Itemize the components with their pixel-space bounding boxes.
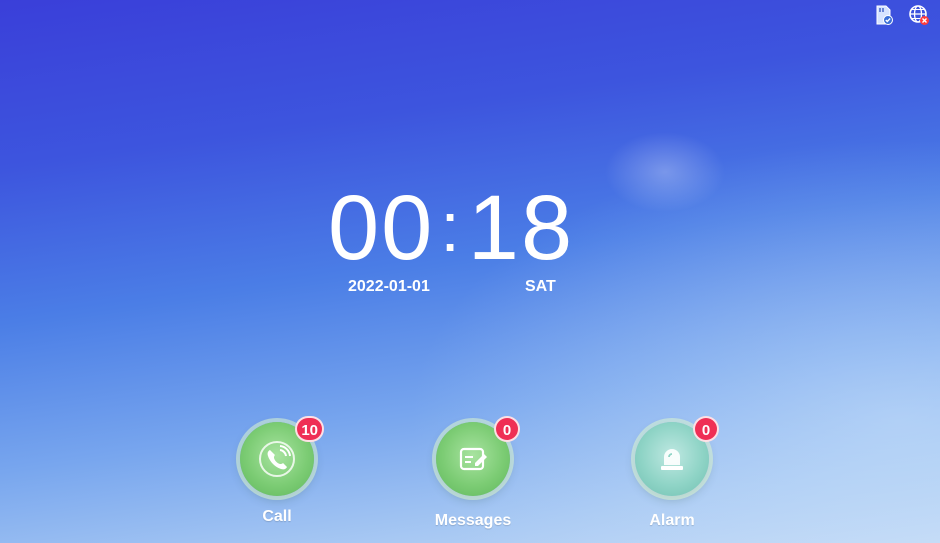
app-dock: 10 Call 0 Messages 0 Alarm [0, 410, 940, 540]
network-error-icon [909, 5, 929, 25]
call-label: Call [262, 508, 292, 525]
alarm-badge: 0 [693, 416, 719, 442]
alarm-label: Alarm [649, 512, 695, 529]
messages-app-icon-circle[interactable]: 0 [436, 416, 520, 496]
phone-icon [259, 441, 295, 477]
clock-minutes: 18 [467, 177, 575, 279]
clock-separator: : [440, 188, 462, 266]
clock-hours: 00 [328, 177, 435, 279]
alarm-siren-icon [661, 449, 683, 470]
messages-label: Messages [434, 512, 512, 529]
message-edit-icon [459, 447, 487, 471]
call-app-icon-circle[interactable]: 10 [240, 416, 324, 496]
date-label: 2022-01-01 [348, 278, 430, 295]
messages-badge: 0 [494, 416, 520, 442]
call-badge: 10 [295, 416, 324, 442]
clock-widget: 00:18 2022-01-01 SAT [0, 178, 940, 308]
status-bar [872, 4, 930, 26]
clock-time: 00:18 [328, 178, 618, 285]
alarm-app-icon-circle[interactable]: 0 [635, 416, 719, 496]
alarm-app-button[interactable]: 0 Alarm [617, 410, 727, 530]
day-label: SAT [525, 278, 556, 295]
call-app-button[interactable]: 10 Call [222, 410, 332, 526]
sd-card-check-icon [876, 5, 893, 25]
messages-app-button[interactable]: 0 Messages [418, 410, 528, 530]
